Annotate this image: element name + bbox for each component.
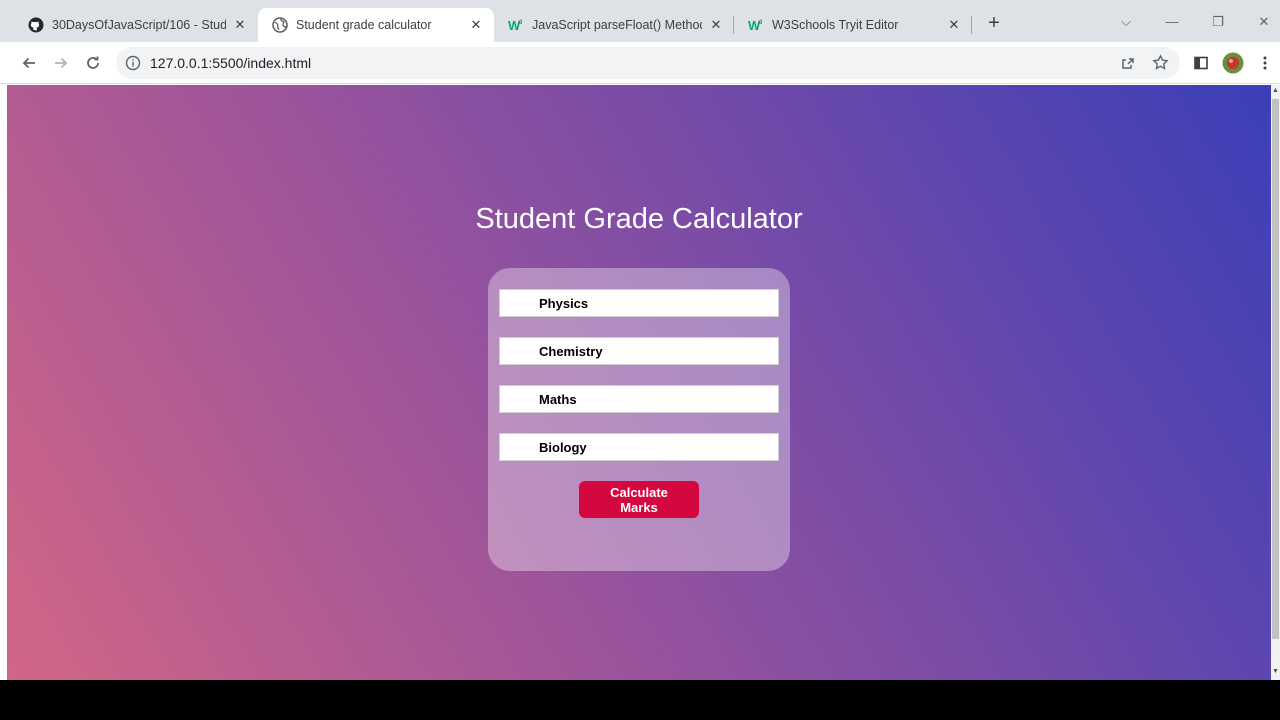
site-info-icon[interactable]: [125, 55, 141, 76]
bookmark-star-icon[interactable]: [1152, 54, 1169, 76]
tab-title: 30DaysOfJavaScript/106 - Student: [52, 18, 226, 32]
address-bar[interactable]: 127.0.0.1:5500/index.html: [116, 47, 1180, 79]
tab-separator: [971, 16, 972, 34]
physics-input[interactable]: [499, 289, 779, 317]
profile-avatar[interactable]: [1222, 52, 1244, 74]
w3schools-icon: W3: [748, 17, 764, 33]
scroll-down-arrow-icon[interactable]: ▼: [1271, 668, 1280, 678]
maths-input[interactable]: [499, 385, 779, 413]
back-arrow-icon[interactable]: [18, 52, 40, 74]
tab-tryit-editor[interactable]: W3 W3Schools Tryit Editor ✕: [734, 8, 972, 42]
share-icon[interactable]: [1120, 55, 1136, 76]
w3schools-icon: W3: [508, 17, 524, 33]
svg-text:3: 3: [519, 20, 523, 26]
close-icon[interactable]: ✕: [468, 17, 484, 33]
page-viewport: Student Grade Calculator Calculate Marks: [7, 85, 1271, 680]
tab-strip: 30DaysOfJavaScript/106 - Student ✕ Stude…: [0, 0, 1280, 42]
calculate-marks-button[interactable]: Calculate Marks: [579, 481, 699, 518]
tab-title: Student grade calculator: [296, 18, 432, 32]
restore-icon[interactable]: ❐: [1206, 12, 1230, 32]
scroll-up-arrow-icon[interactable]: ▲: [1271, 87, 1280, 97]
tab-search-chevron-icon[interactable]: ⌵: [1114, 12, 1138, 32]
globe-icon: [272, 17, 288, 33]
chemistry-input[interactable]: [499, 337, 779, 365]
new-tab-plus-icon[interactable]: +: [984, 13, 1004, 33]
window-edge: [0, 84, 7, 680]
tab-parsefloat[interactable]: W3 JavaScript parseFloat() Method ✕: [494, 8, 734, 42]
menu-kebab-icon[interactable]: [1254, 52, 1276, 74]
tab-student-grade-calculator[interactable]: Student grade calculator ✕: [258, 8, 494, 42]
forward-arrow-icon[interactable]: [50, 52, 72, 74]
tab-title: JavaScript parseFloat() Method: [532, 18, 702, 32]
calculator-card: Calculate Marks: [488, 268, 790, 571]
reload-icon[interactable]: [82, 52, 104, 74]
biology-input[interactable]: [499, 433, 779, 461]
tab-github[interactable]: 30DaysOfJavaScript/106 - Student ✕: [14, 8, 258, 42]
tab-title: W3Schools Tryit Editor: [772, 18, 899, 32]
browser-toolbar: 127.0.0.1:5500/index.html: [0, 42, 1280, 84]
close-icon[interactable]: ✕: [708, 17, 724, 33]
github-icon: [28, 17, 44, 33]
page-scrollbar[interactable]: ▲ ▼: [1271, 85, 1280, 680]
url-text: 127.0.0.1:5500/index.html: [150, 55, 312, 71]
svg-text:3: 3: [759, 20, 763, 26]
window-close-icon[interactable]: ✕: [1252, 12, 1276, 32]
browser-window: 30DaysOfJavaScript/106 - Student ✕ Stude…: [0, 0, 1280, 680]
minimize-icon[interactable]: —: [1160, 12, 1184, 32]
scroll-thumb[interactable]: [1272, 99, 1279, 639]
page-title: Student Grade Calculator: [475, 203, 803, 235]
close-icon[interactable]: ✕: [946, 17, 962, 33]
side-panel-icon[interactable]: [1190, 52, 1212, 74]
close-icon[interactable]: ✕: [232, 17, 248, 33]
